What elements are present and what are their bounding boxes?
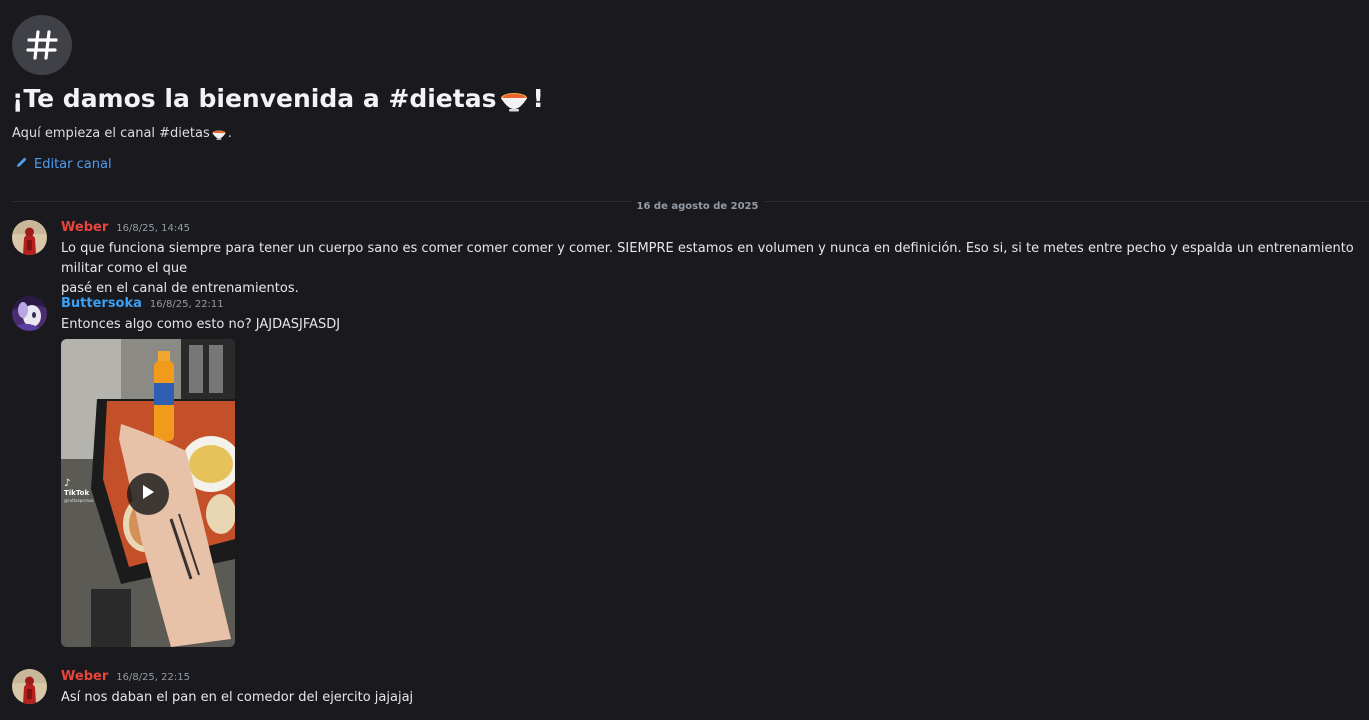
welcome-title-text: ¡Te damos la bienvenida a #dietas: [12, 84, 497, 113]
message-item: Weber 16/8/25, 22:15 Así nos daban el pa…: [12, 669, 1359, 717]
date-divider-label: 16 de agosto de 2025: [630, 201, 765, 212]
message-author[interactable]: Buttersoka: [61, 296, 142, 311]
edit-channel-link[interactable]: Editar canal: [16, 156, 112, 172]
pencil-icon: [16, 156, 28, 172]
message-content: Lo que funciona siempre para tener un cu…: [61, 239, 1359, 299]
message-item: Weber 16/8/25, 14:45 Lo que funciona sie…: [12, 220, 1359, 296]
channel-hash-icon: [12, 15, 72, 75]
tiktok-watermark-text: TikTok: [64, 489, 90, 497]
welcome-title: ¡Te damos la bienvenida a #dietas !: [12, 84, 544, 113]
tiktok-handle: @rattasperasa: [64, 498, 94, 503]
message-line: Entonces algo como esto no? JAJDASJFASDJ: [61, 317, 341, 332]
video-attachment[interactable]: ♪ TikTok @rattasperasa: [61, 339, 235, 647]
date-divider: 16 de agosto de 2025: [0, 194, 1369, 213]
message-author[interactable]: Weber: [61, 669, 108, 684]
message-timestamp: 16/8/25, 22:11: [149, 299, 224, 310]
tiktok-watermark: ♪ TikTok @rattasperasa: [64, 479, 93, 505]
message-content: Entonces algo como esto no? JAJDASJFASDJ: [61, 315, 1359, 335]
play-button[interactable]: [127, 473, 169, 515]
avatar[interactable]: [12, 296, 47, 331]
message-item: Buttersoka 16/8/25, 22:11 Entonces algo …: [12, 296, 1359, 648]
bowl-emoji-icon: [212, 129, 226, 140]
play-icon: [141, 484, 155, 504]
welcome-subtitle: Aquí empieza el canal #dietas .: [12, 126, 232, 141]
avatar[interactable]: [12, 220, 47, 255]
welcome-subtitle-text: Aquí empieza el canal #dietas: [12, 126, 210, 141]
tiktok-logo-icon: ♪: [64, 478, 71, 489]
message-timestamp: 16/8/25, 14:45: [116, 223, 190, 234]
message-content: Así nos daban el pan en el comedor del e…: [61, 688, 1359, 708]
channel-intro: [12, 15, 72, 75]
edit-channel-label: Editar canal: [34, 156, 112, 172]
message-line: Lo que funciona siempre para tener un cu…: [61, 241, 1354, 276]
message-timestamp: 16/8/25, 22:15: [116, 672, 190, 683]
message-author[interactable]: Weber: [61, 220, 108, 235]
welcome-subtitle-suffix: .: [227, 126, 232, 141]
message-line: Así nos daban el pan en el comedor del e…: [61, 690, 414, 705]
avatar[interactable]: [12, 669, 47, 704]
bowl-emoji-icon: [500, 89, 528, 111]
welcome-title-suffix: !: [532, 84, 544, 113]
